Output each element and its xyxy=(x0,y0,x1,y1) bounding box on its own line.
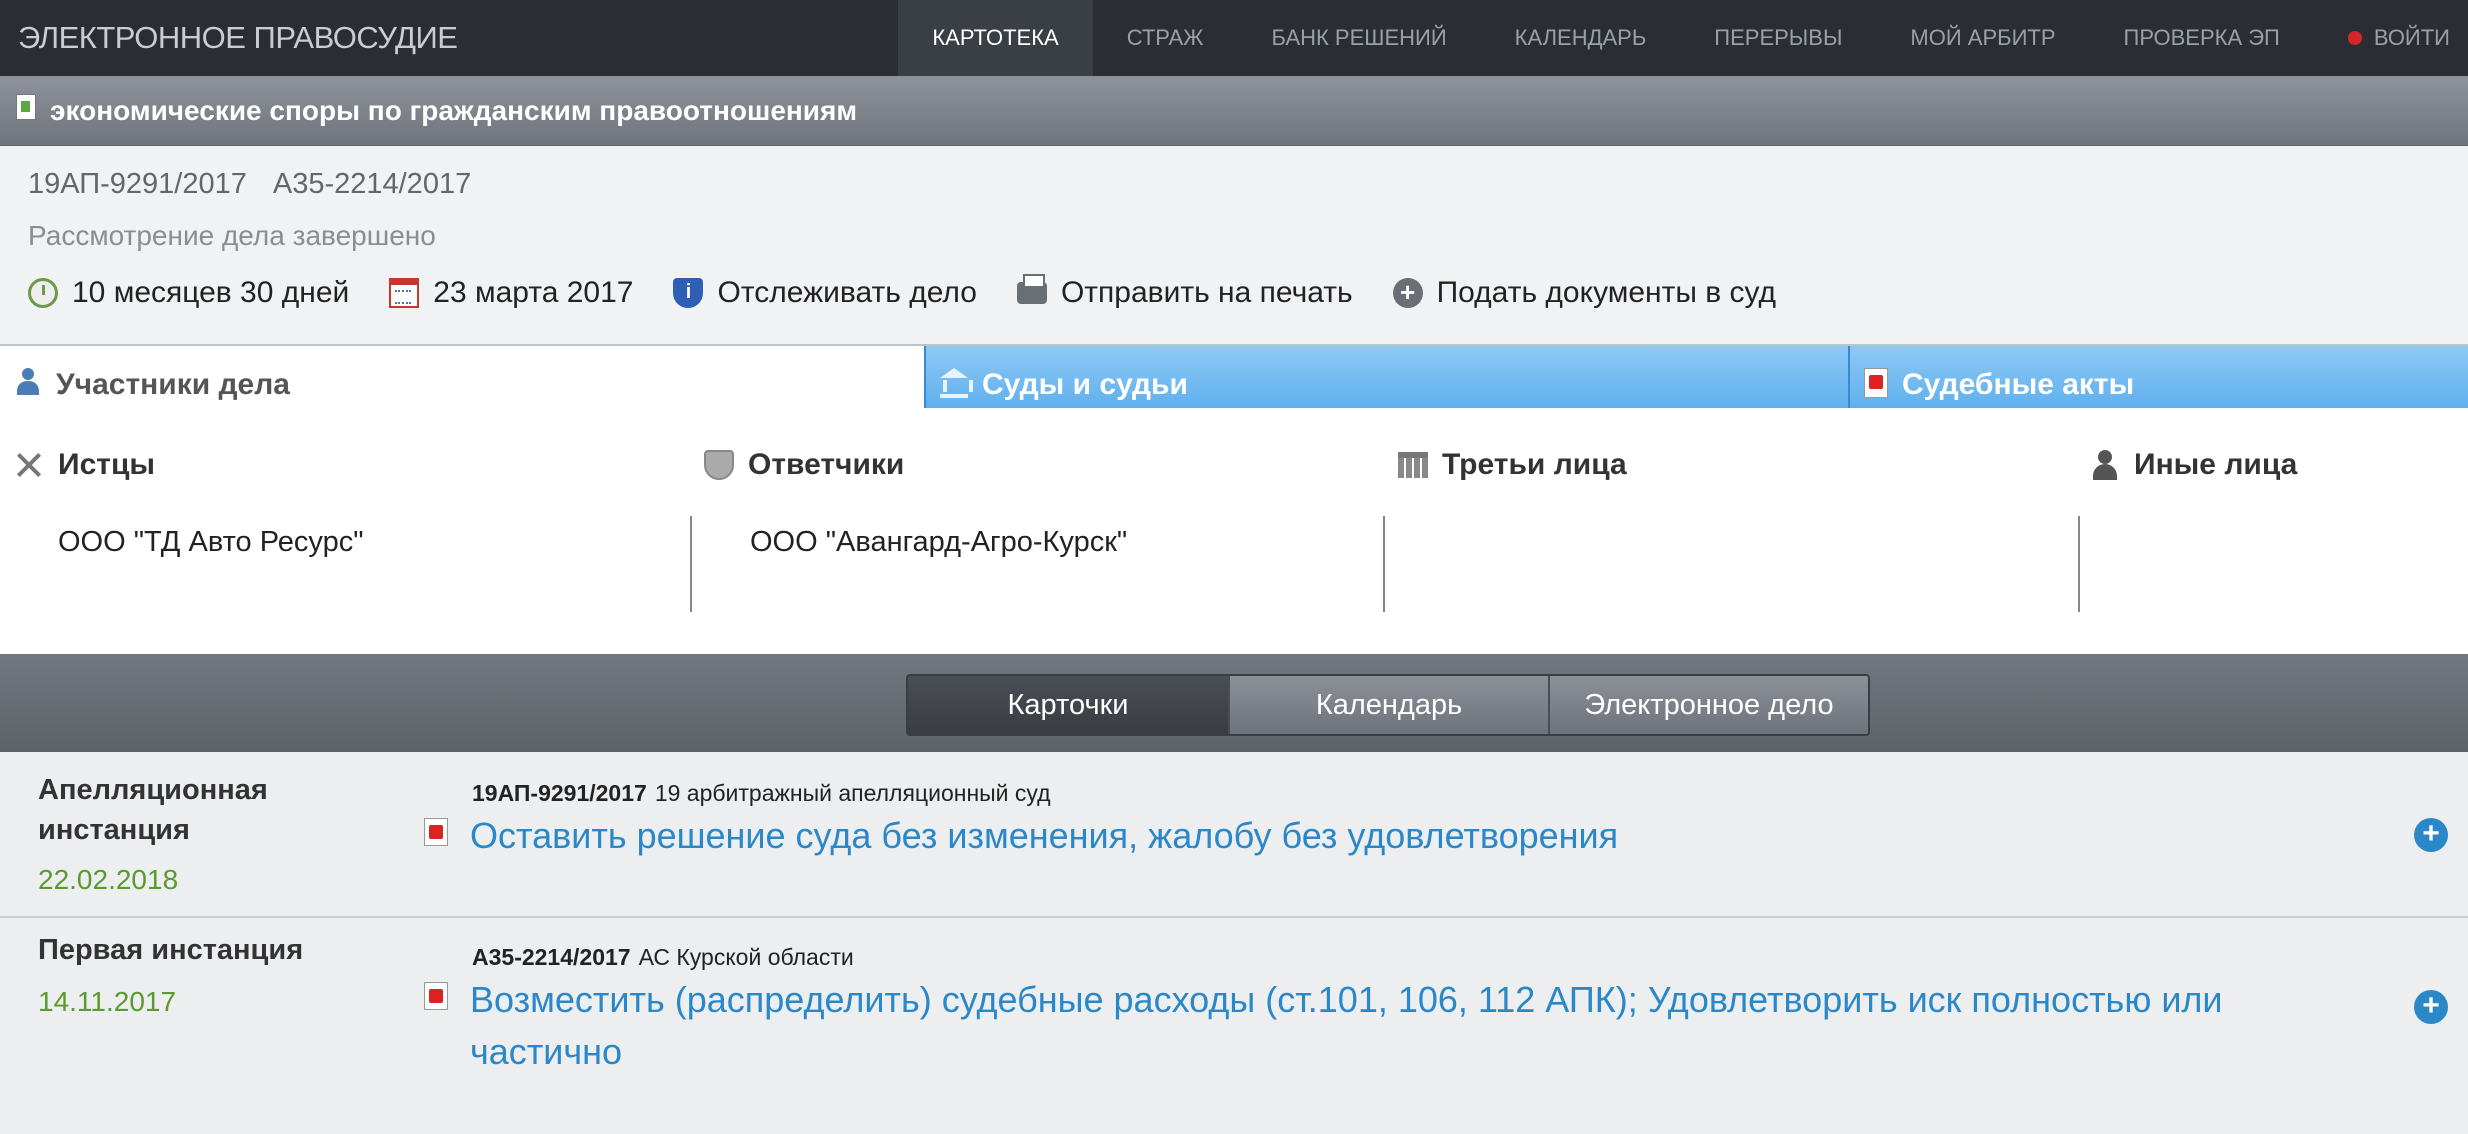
wall-icon xyxy=(1398,452,1428,478)
view-calendar-button[interactable]: Календарь xyxy=(1228,676,1548,734)
view-switch-bar: Карточки Календарь Электронное дело xyxy=(0,654,2468,752)
instance-label: Первая инстанция xyxy=(38,934,304,966)
clock-icon xyxy=(28,278,58,308)
decision-link[interactable]: Оставить решение суда без изменения, жал… xyxy=(470,810,2370,862)
record-dot-icon xyxy=(2347,31,2362,45)
pdf-icon xyxy=(1864,368,1888,398)
case-number-appeal: 19АП-9291/2017 xyxy=(28,168,247,200)
pdf-icon[interactable] xyxy=(424,818,448,846)
third-parties-title: Третьи лица xyxy=(1442,448,1627,481)
nav-calendar[interactable]: КАЛЕНДАРЬ xyxy=(1481,0,1681,76)
participants-panel: Истцы ООО "ТД Авто Ресурс" Ответчики ООО… xyxy=(0,408,2468,654)
case-date-label: 23 марта 2017 xyxy=(433,276,634,309)
view-switch: Карточки Календарь Электронное дело xyxy=(906,674,1870,736)
list-item: Апелляционная инстанция 22.02.2018 19АП-… xyxy=(0,752,2468,918)
top-navbar: ЭЛЕКТРОННОЕ ПРАВОСУДИЕ КАРТОТЕКА СТРАЖ Б… xyxy=(0,0,2468,76)
case-numbers: 19АП-9291/2017 А35-2214/2017 xyxy=(28,168,471,201)
case-date: 23 марта 2017 xyxy=(389,276,633,310)
print-button[interactable]: Отправить на печать xyxy=(1016,274,1353,310)
plaintiffs-column: Истцы ООО "ТД Авто Ресурс" xyxy=(0,408,692,654)
defendants-header: Ответчики xyxy=(704,448,904,482)
case-header: 19АП-9291/2017 А35-2214/2017 Рассмотрение… xyxy=(0,146,2468,346)
tab-participants[interactable]: Участники дела xyxy=(0,346,924,408)
user-icon xyxy=(2090,450,2120,480)
decision-link[interactable]: Возместить (распределить) судебные расхо… xyxy=(470,974,2370,1078)
print-label: Отправить на печать xyxy=(1060,276,1353,309)
other-parties-title: Иные лица xyxy=(2134,448,2298,481)
main-nav: КАРТОТЕКА СТРАЖ БАНК РЕШЕНИЙ КАЛЕНДАРЬ П… xyxy=(898,0,2468,76)
instance-date: 14.11.2017 xyxy=(38,986,177,1017)
instance-meta: 19АП-9291/2017 19 арбитражный апелляционн… xyxy=(472,780,1051,807)
submit-documents-label: Подать документы в суд xyxy=(1436,276,1777,309)
case-actions: 10 месяцев 30 дней 23 марта 2017 Отслежи… xyxy=(28,274,1816,310)
login-button[interactable]: ВОЙТИ xyxy=(2314,0,2468,76)
instance-court: 19 арбитражный апелляционный суд xyxy=(654,780,1051,806)
tab-courts[interactable]: Суды и судьи xyxy=(924,346,1848,408)
defendants-title: Ответчики xyxy=(748,448,905,481)
case-status: Рассмотрение дела завершено xyxy=(28,220,436,251)
view-ecase-button[interactable]: Электронное дело xyxy=(1548,676,1868,734)
list-item: Первая инстанция 14.11.2017 А35-2214/201… xyxy=(0,918,2468,1134)
expand-plus-icon[interactable]: + xyxy=(2414,818,2448,852)
case-duration: 10 месяцев 30 дней xyxy=(28,276,349,310)
plus-circle-icon xyxy=(1392,278,1423,308)
instance-date: 22.02.2018 xyxy=(38,864,179,895)
person-icon xyxy=(14,368,42,398)
pdf-icon[interactable] xyxy=(424,982,448,1010)
plaintiffs-header: Истцы xyxy=(14,448,155,482)
tab-acts-label: Судебные акты xyxy=(1902,368,2135,401)
defendants-column: Ответчики ООО "Авангард-Агро-Курск" xyxy=(692,408,1384,654)
case-tabs: Участники дела Суды и судьи Судебные акт… xyxy=(0,346,2468,408)
submit-documents-button[interactable]: Подать документы в суд xyxy=(1392,276,1777,310)
instance-meta: А35-2214/2017 АС Курской области xyxy=(472,944,854,971)
instances-list: Апелляционная инстанция 22.02.2018 19АП-… xyxy=(0,752,2468,1134)
nav-bank-resheniy[interactable]: БАНК РЕШЕНИЙ xyxy=(1237,0,1480,76)
nav-pereryvy[interactable]: ПЕРЕРЫВЫ xyxy=(1680,0,1876,76)
courthouse-icon xyxy=(940,368,973,398)
track-case-label: Отслеживать дело xyxy=(717,276,977,309)
nav-strazh[interactable]: СТРАЖ xyxy=(1093,0,1238,76)
printer-icon xyxy=(1016,274,1047,304)
plaintiff-name[interactable]: ООО "ТД Авто Ресурс" xyxy=(58,526,364,559)
login-label: ВОЙТИ xyxy=(2373,25,2450,50)
document-icon xyxy=(16,94,36,120)
nav-proverka-ep[interactable]: ПРОВЕРКА ЭП xyxy=(2090,0,2314,76)
shield-info-icon xyxy=(673,278,704,308)
case-category-bar: экономические споры по гражданским право… xyxy=(0,76,2468,146)
tab-acts[interactable]: Судебные акты xyxy=(1848,346,2468,408)
case-number-first: А35-2214/2017 xyxy=(272,168,472,200)
third-parties-header: Третьи лица xyxy=(1398,448,1627,482)
track-case-button[interactable]: Отслеживать дело xyxy=(673,276,977,310)
tab-participants-label: Участники дела xyxy=(56,368,290,401)
instance-label: Апелляционная инстанция xyxy=(38,774,268,846)
crossed-swords-icon xyxy=(14,450,44,480)
other-parties-column: Иные лица xyxy=(2078,408,2468,654)
other-parties-header: Иные лица xyxy=(2090,448,2297,482)
view-cards-button[interactable]: Карточки xyxy=(908,676,1228,734)
plaintiffs-title: Истцы xyxy=(58,448,156,481)
shield-icon xyxy=(704,450,734,480)
nav-kartoteka[interactable]: КАРТОТЕКА xyxy=(898,0,1093,76)
calendar-icon xyxy=(389,278,420,308)
brand-logo[interactable]: ЭЛЕКТРОННОЕ ПРАВОСУДИЕ xyxy=(18,0,458,76)
instance-number[interactable]: 19АП-9291/2017 xyxy=(472,780,647,806)
third-parties-column: Третьи лица xyxy=(1384,408,2076,654)
expand-plus-icon[interactable]: + xyxy=(2414,990,2448,1024)
instance-court: АС Курской области xyxy=(638,944,854,970)
nav-moy-arbitr[interactable]: МОЙ АРБИТР xyxy=(1876,0,2089,76)
defendant-name[interactable]: ООО "Авангард-Агро-Курск" xyxy=(750,526,1127,559)
tab-courts-label: Суды и судьи xyxy=(982,368,1188,401)
instance-number[interactable]: А35-2214/2017 xyxy=(472,944,631,970)
case-category-title: экономические споры по гражданским право… xyxy=(50,95,858,126)
case-duration-label: 10 месяцев 30 дней xyxy=(72,276,350,309)
